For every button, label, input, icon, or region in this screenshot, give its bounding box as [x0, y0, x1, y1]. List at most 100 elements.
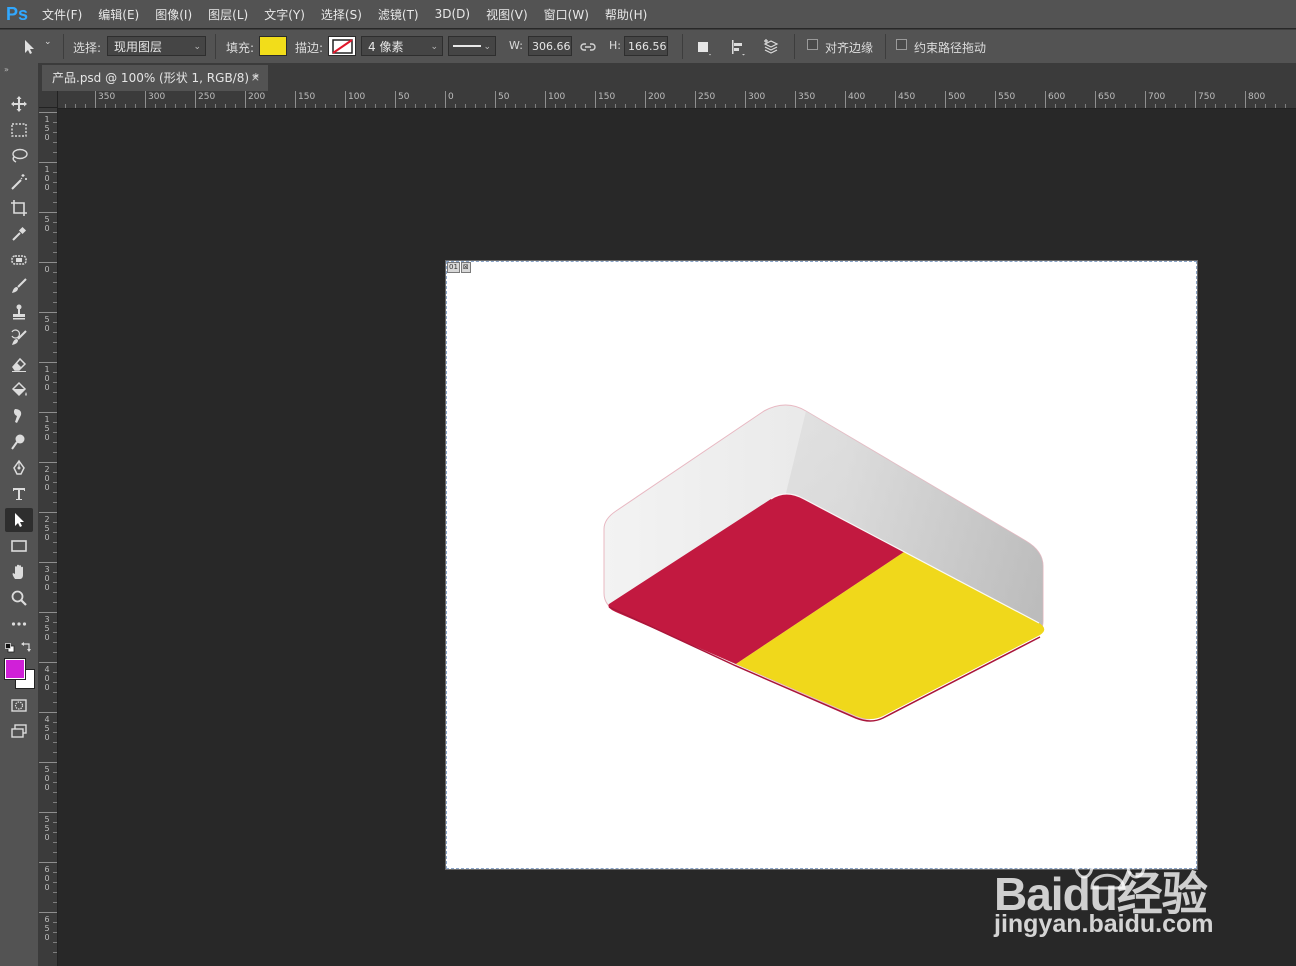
ruler-label: 250 — [698, 92, 716, 102]
select-layer-dropdown[interactable]: 现用图层 ⌄ — [107, 36, 206, 56]
document-canvas[interactable]: 01 ⊠ — [446, 261, 1197, 869]
ruler-minor-tick — [725, 104, 726, 108]
menu-3d[interactable]: 3D(D) — [427, 7, 478, 21]
ruler-label: 300 — [748, 92, 766, 102]
stroke-width-dropdown[interactable]: 4 像素 ⌄ — [361, 36, 443, 56]
ruler-minor-tick — [75, 104, 76, 108]
ruler-minor-tick — [65, 104, 66, 108]
clone-stamp-tool-icon[interactable] — [5, 300, 33, 324]
horizontal-ruler[interactable]: 350 300 250 200 150 100 50 0 50 100 150 200 250 300 35… — [58, 91, 1296, 109]
ruler-minor-tick — [53, 602, 57, 603]
ruler-label: 50 — [398, 92, 410, 102]
ruler-minor-tick — [405, 104, 406, 108]
ruler-label: 100 — [348, 92, 366, 102]
ruler-minor-tick — [53, 942, 57, 943]
ruler-label: 500 — [948, 92, 966, 102]
stroke-type-dropdown[interactable]: ⌄ — [448, 36, 496, 56]
ruler-minor-tick — [715, 104, 716, 108]
menu-bar: Ps 文件(F) 编辑(E) 图像(I) 图层(L) 文字(Y) 选择(S) 滤… — [0, 0, 1296, 28]
marquee-tool-icon[interactable] — [5, 118, 33, 142]
ruler-label: 150 — [298, 92, 316, 102]
eyedropper-tool-icon[interactable] — [5, 222, 33, 246]
ruler-minor-tick — [53, 702, 57, 703]
fill-color-swatch[interactable] — [259, 36, 287, 56]
foreground-color-swatch[interactable] — [4, 658, 26, 680]
preset-chevron-down-icon[interactable]: ⌄ — [44, 37, 52, 47]
crop-tool-icon[interactable] — [5, 196, 33, 220]
ruler-minor-tick — [115, 104, 116, 108]
magic-wand-tool-icon[interactable] — [5, 170, 33, 194]
healing-brush-tool-icon[interactable] — [5, 248, 33, 272]
close-tab-icon[interactable]: × — [251, 65, 260, 91]
pen-tool-icon[interactable] — [5, 456, 33, 480]
ruler-minor-tick — [53, 822, 57, 823]
ruler-major-tick — [1245, 91, 1246, 108]
dodge-tool-icon[interactable] — [5, 430, 33, 454]
menu-select[interactable]: 选择(S) — [313, 6, 370, 23]
swap-colors-icon[interactable] — [21, 641, 33, 656]
stroke-width-value: 4 像素 — [368, 40, 404, 54]
width-input[interactable]: 306.66 f — [528, 36, 572, 56]
paint-bucket-tool-icon[interactable] — [5, 378, 33, 402]
ruler-minor-tick — [865, 104, 866, 108]
path-alignment-icon[interactable] — [729, 38, 747, 56]
lasso-tool-icon[interactable] — [5, 144, 33, 168]
ruler-minor-tick — [53, 422, 57, 423]
divider — [63, 34, 64, 59]
ruler-minor-tick — [415, 104, 416, 108]
hand-tool-icon[interactable] — [5, 560, 33, 584]
ruler-minor-tick — [53, 572, 57, 573]
smudge-tool-icon[interactable] — [5, 404, 33, 428]
quick-mask-icon[interactable] — [5, 693, 33, 717]
more-tools-icon[interactable] — [5, 612, 33, 636]
document-tab[interactable]: 产品.psd @ 100% (形状 1, RGB/8) * × — [42, 65, 268, 91]
type-tool-icon[interactable] — [5, 482, 33, 506]
ruler-minor-tick — [1035, 104, 1036, 108]
ruler-minor-tick — [53, 292, 57, 293]
eraser-tool-icon[interactable] — [5, 352, 33, 376]
divider — [794, 34, 795, 59]
menu-file[interactable]: 文件(F) — [34, 6, 90, 23]
menu-layer[interactable]: 图层(L) — [200, 6, 256, 23]
path-selection-tool-icon[interactable] — [5, 508, 33, 532]
ruler-minor-tick — [1185, 104, 1186, 108]
menu-help[interactable]: 帮助(H) — [597, 6, 655, 23]
ruler-minor-tick — [385, 104, 386, 108]
link-icon[interactable] — [579, 38, 597, 56]
align-edges-checkbox[interactable] — [807, 39, 818, 50]
ruler-minor-tick — [205, 104, 206, 108]
brush-tool-icon[interactable] — [5, 274, 33, 298]
constrain-path-checkbox[interactable] — [896, 39, 907, 50]
height-input[interactable]: 166.56 f — [624, 36, 668, 56]
ruler-minor-tick — [53, 252, 57, 253]
menu-window[interactable]: 窗口(W) — [536, 6, 597, 23]
menu-edit[interactable]: 编辑(E) — [90, 6, 147, 23]
vertical-ruler[interactable]: 1501005005010015020025030035040045050055… — [39, 108, 58, 966]
ruler-minor-tick — [875, 104, 876, 108]
menu-image[interactable]: 图像(I) — [147, 6, 200, 23]
ruler-minor-tick — [53, 752, 57, 753]
screen-mode-icon[interactable] — [5, 719, 33, 743]
ruler-minor-tick — [915, 104, 916, 108]
rectangle-tool-icon[interactable] — [5, 534, 33, 558]
path-arrangement-icon[interactable] — [762, 38, 780, 56]
stroke-color-swatch[interactable] — [328, 36, 356, 56]
select-layer-value: 现用图层 — [114, 40, 163, 54]
ruler-minor-tick — [53, 322, 57, 323]
path-operations-icon[interactable] — [695, 38, 713, 56]
ruler-minor-tick — [53, 902, 57, 903]
path-selection-preset-icon[interactable] — [20, 38, 38, 56]
menu-view[interactable]: 视图(V) — [478, 6, 536, 23]
ruler-minor-tick — [53, 152, 57, 153]
history-brush-tool-icon[interactable] — [5, 326, 33, 350]
ruler-minor-tick — [955, 104, 956, 108]
move-tool-icon[interactable] — [5, 92, 33, 116]
ruler-label: 100 — [44, 165, 50, 192]
menu-type[interactable]: 文字(Y) — [256, 6, 313, 23]
default-colors-icon[interactable] — [5, 642, 15, 656]
ruler-minor-tick — [775, 104, 776, 108]
zoom-tool-icon[interactable] — [5, 586, 33, 610]
collapse-panel-icon[interactable]: » — [4, 65, 9, 74]
menu-filter[interactable]: 滤镜(T) — [370, 6, 427, 23]
ruler-origin[interactable] — [39, 91, 58, 108]
